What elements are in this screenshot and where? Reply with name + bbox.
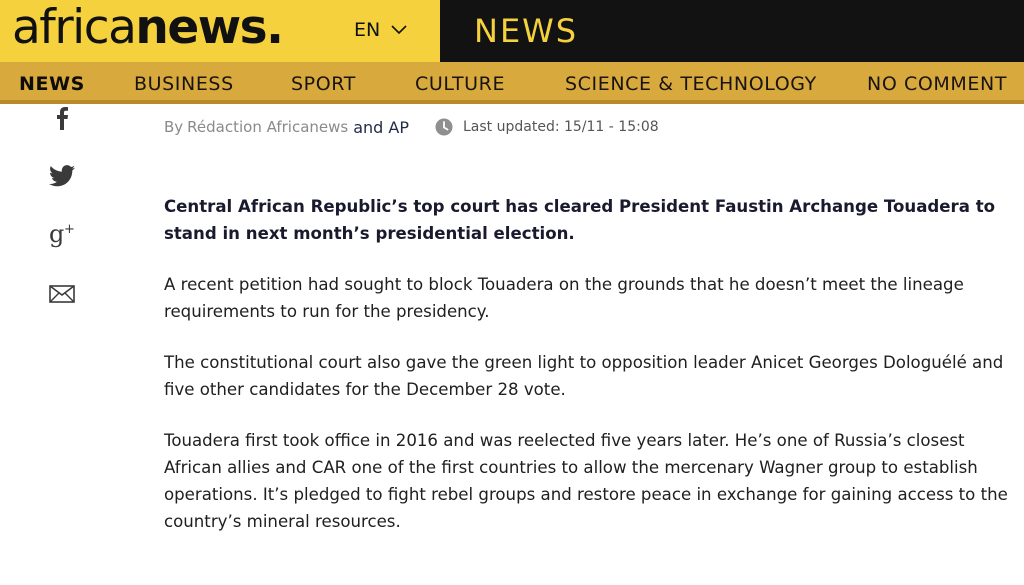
byline-agency: and AP (353, 117, 409, 137)
google-plus-icon: g + (47, 220, 77, 252)
language-label: EN (354, 19, 381, 41)
article-paragraph: A recent petition had sought to block To… (164, 275, 964, 321)
site-logo[interactable]: africanews. (12, 0, 284, 55)
nav-item-no-comment[interactable]: NO COMMENT (867, 73, 1007, 95)
site-header: africanews. EN NEWS (0, 0, 1024, 62)
section-header: NEWS (440, 0, 1024, 62)
byline-prefix: By (164, 118, 184, 136)
article-paragraph: Touadera first took office in 2016 and w… (164, 431, 1008, 531)
nav-item-sport[interactable]: SPORT (291, 73, 356, 95)
nav-item-science-technology[interactable]: SCIENCE & TECHNOLOGY (565, 73, 817, 95)
article-body: Central African Republic’s top court has… (164, 193, 1009, 559)
logo-text-bold: news. (135, 0, 284, 55)
nav-item-news[interactable]: NEWS (19, 73, 85, 95)
share-facebook-button[interactable] (40, 104, 84, 136)
main-nav: NEWS BUSINESS SPORT CULTURE SCIENCE & TE… (0, 62, 1024, 104)
section-title: NEWS (474, 12, 579, 50)
share-google-plus-button[interactable]: g + (40, 220, 84, 252)
nav-item-culture[interactable]: CULTURE (415, 73, 505, 95)
byline-authors-link[interactable]: Rédaction Africanews (187, 118, 348, 136)
language-selector[interactable]: EN (354, 17, 408, 43)
article-lead-paragraph: Central African Republic’s top court has… (164, 197, 996, 243)
facebook-icon (55, 106, 69, 134)
last-updated-timestamp: Last updated: 15/11 - 15:08 (463, 119, 659, 135)
article-paragraph: The constitutional court also gave the g… (164, 353, 1004, 399)
share-twitter-button[interactable] (40, 162, 84, 194)
brand-area: africanews. EN (0, 0, 440, 62)
article-byline: By Rédaction Africanews and AP Last upda… (164, 117, 659, 137)
svg-text:+: + (64, 222, 75, 237)
svg-text:g: g (49, 220, 64, 248)
share-email-button[interactable] (40, 280, 84, 312)
logo-text-light: africa (12, 0, 137, 55)
clock-icon (435, 118, 453, 136)
chevron-down-icon (390, 24, 408, 36)
email-icon (49, 285, 75, 307)
nav-item-business[interactable]: BUSINESS (134, 73, 234, 95)
twitter-icon (49, 165, 75, 191)
